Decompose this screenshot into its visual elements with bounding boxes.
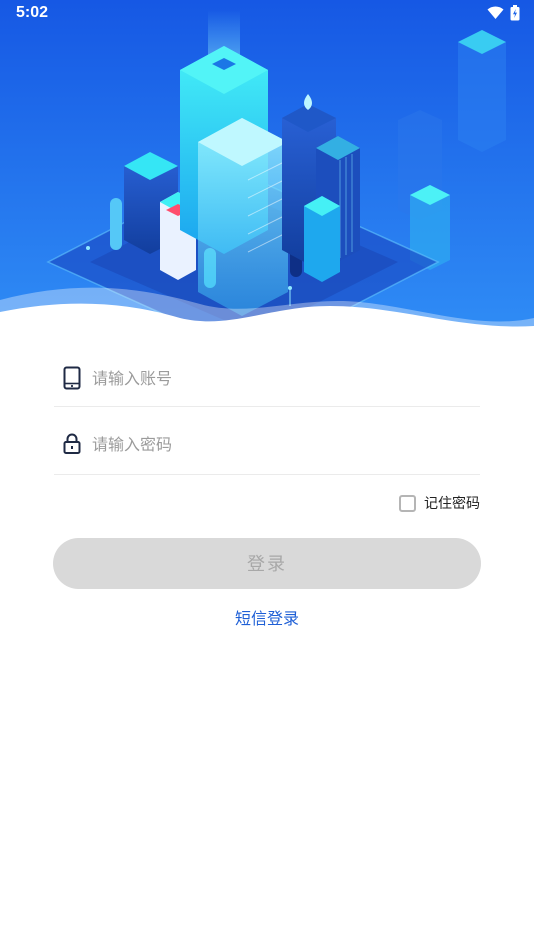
password-input[interactable] [92, 429, 462, 459]
account-input[interactable] [92, 363, 462, 393]
password-field [54, 414, 480, 475]
hero-banner: 5:02 [0, 0, 534, 330]
login-button[interactable]: 登录 [53, 538, 481, 589]
battery-charging-icon [510, 5, 520, 21]
phone-icon [63, 366, 81, 390]
status-time: 5:02 [16, 4, 49, 21]
status-icons [487, 5, 520, 21]
isometric-city-illustration [0, 0, 534, 330]
login-screen: 5:02 请输入账号 记住密码 登录 短信登录 [0, 0, 534, 950]
account-field [54, 350, 480, 407]
checkbox-box[interactable] [399, 494, 416, 512]
wifi-icon [487, 6, 504, 19]
sms-login-link[interactable]: 短信登录 [0, 605, 534, 629]
status-bar: 5:02 [0, 0, 534, 28]
lock-icon [63, 433, 81, 454]
remember-password-checkbox[interactable]: 记住密码 [399, 491, 480, 515]
remember-password-label: 记住密码 [424, 496, 480, 512]
